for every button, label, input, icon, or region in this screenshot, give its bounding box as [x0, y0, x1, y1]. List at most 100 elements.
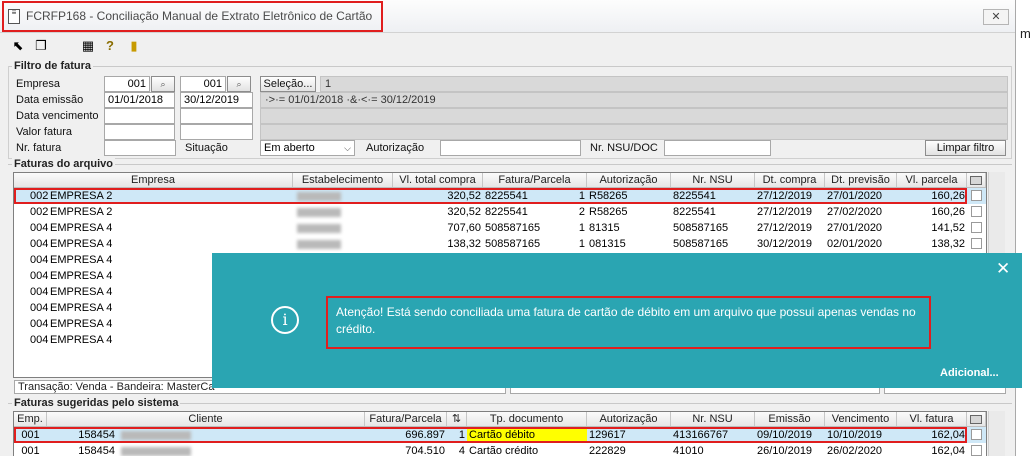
empresa-name: EMPRESA 4	[50, 334, 113, 346]
filter-group-title: Filtro de fatura	[12, 60, 94, 72]
cell-fatura: 508587165 1	[483, 220, 587, 236]
column-header-vencimento[interactable]: Vencimento	[825, 412, 897, 426]
close-icon[interactable]: ✕	[996, 259, 1010, 279]
select-all-checkbox[interactable]	[970, 415, 982, 424]
empresa-code: 004	[30, 270, 49, 282]
row-checkbox[interactable]	[971, 238, 982, 249]
column-header-nsu[interactable]: Nr. NSU	[671, 173, 755, 187]
row-checkbox[interactable]	[971, 445, 982, 456]
data-emissao-to-input[interactable]: 30/12/2019	[180, 92, 253, 108]
column-header-fatura[interactable]: Fatura/Parcela	[483, 173, 587, 187]
cell-autorizacao: 081315	[589, 238, 626, 250]
cell-nsu: 8225541	[673, 206, 716, 218]
adicional-link[interactable]: Adicional...	[940, 367, 999, 379]
column-header-fatura[interactable]: Fatura/Parcela	[365, 412, 447, 426]
cell-dt-previsao: 27/02/2020	[827, 206, 883, 218]
cell-check	[967, 443, 986, 456]
row-checkbox[interactable]	[971, 190, 982, 201]
valor-fatura-to-input[interactable]	[180, 124, 253, 140]
empresa-from-picker-button[interactable]: ⌕	[151, 76, 175, 92]
window-title: FCRFP168 - Conciliação Manual de Extrato…	[26, 9, 373, 23]
column-header-emissao[interactable]: Emissão	[755, 412, 825, 426]
data-vencimento-from-input[interactable]	[104, 108, 175, 124]
table-row[interactable]: 004 EMPRESA 4 707,60 508587165 1 81315 5085871…	[14, 220, 986, 236]
row-checkbox[interactable]	[971, 206, 982, 217]
column-header-emp[interactable]: Emp.	[14, 412, 47, 426]
cliente-code: 158454	[78, 445, 115, 456]
table-row[interactable]: 002 EMPRESA 2 320,52 8225541 1 R58265 8225541 2…	[14, 188, 986, 204]
cell-emp: 001	[21, 429, 40, 441]
cell-empresa: 002 EMPRESA 2	[14, 188, 293, 204]
data-emissao-expression-field: ·>·= 01/01/2018 ·&·<·= 30/12/2019	[260, 92, 1008, 108]
exit-door-icon[interactable]: ▮	[126, 38, 142, 54]
column-header-vl-fatura[interactable]: Vl. fatura	[897, 412, 967, 426]
column-header-autorizacao[interactable]: Autorização	[587, 173, 671, 187]
column-header-tp-documento[interactable]: Tp. documento	[467, 412, 587, 426]
column-header-dt-compra[interactable]: Dt. compra	[755, 173, 825, 187]
column-header-dt-previsao[interactable]: Dt. previsão	[825, 173, 897, 187]
column-header-vl-total[interactable]: Vl. total compra	[393, 173, 483, 187]
cell-tp-documento: Cartão débito	[467, 427, 587, 443]
redacted-estabelecimento	[297, 224, 341, 233]
fatura-number: 8225541	[485, 206, 528, 218]
empresa-to-picker-button[interactable]: ⌕	[227, 76, 251, 92]
windows-icon[interactable]: ❐	[33, 38, 49, 54]
fatura-number: 508587165	[485, 222, 541, 234]
calculator-icon[interactable]: ▦	[80, 38, 96, 54]
toast-message-highlight: Atenção! Está sendo conciliada uma fatur…	[326, 296, 931, 349]
column-header-nsu[interactable]: Nr. NSU	[671, 412, 755, 426]
cell-vencimento: 26/02/2020	[827, 445, 883, 456]
cell-vl-parcela: 160,26	[931, 206, 965, 218]
row-checkbox[interactable]	[971, 222, 982, 233]
cell-nsu: 41010	[673, 445, 704, 456]
empresa-code: 004	[30, 286, 49, 298]
empresa-to-input[interactable]: 001	[180, 76, 226, 92]
cell-parcela: 4	[458, 445, 465, 456]
selecao-button[interactable]: Seleção...	[260, 76, 316, 92]
table-row[interactable]: 001 158454 704.510 4 Cartão crédito 222829 410…	[14, 443, 986, 456]
window-close-button[interactable]: ✕	[983, 9, 1009, 25]
data-emissao-from-input[interactable]: 01/01/2018	[104, 92, 175, 108]
cell-check	[967, 204, 986, 220]
data-vencimento-to-input[interactable]	[180, 108, 253, 124]
cell-check	[967, 427, 986, 443]
cell-nsu: 8225541	[673, 190, 716, 202]
nr-fatura-input[interactable]	[104, 140, 176, 156]
column-header-cliente[interactable]: Cliente	[47, 412, 365, 426]
limpar-filtro-button[interactable]: Limpar filtro	[925, 140, 1006, 156]
column-header-vl-parcela[interactable]: Vl. parcela	[897, 173, 967, 187]
back-arrow-icon[interactable]: ⬉	[10, 38, 26, 54]
column-header-empresa[interactable]: Empresa	[14, 173, 293, 187]
cell-cliente: 158454	[47, 427, 365, 443]
table-row[interactable]: 001 158454 696.897 1 Cartão débito 129617 4131…	[14, 427, 986, 443]
empresa-code: 004	[30, 238, 49, 250]
column-header-check[interactable]	[967, 173, 986, 187]
help-icon[interactable]: ?	[102, 38, 118, 54]
sort-icon[interactable]: ⇅	[452, 413, 461, 425]
table-row[interactable]: 004 EMPRESA 4 138,32 508587165 1 081315 508587…	[14, 236, 986, 252]
nsu-doc-label: Nr. NSU/DOC	[590, 142, 658, 154]
cell-empresa: 004 EMPRESA 4	[14, 236, 293, 252]
cell-vl-parcela: 141,52	[931, 222, 965, 234]
table-row[interactable]: 002 EMPRESA 2 320,52 8225541 2 R58265 8225541 2…	[14, 204, 986, 220]
autorizacao-label: Autorização	[366, 142, 425, 154]
empresa-from-input[interactable]: 001	[104, 76, 150, 92]
cell-autorizacao: R58265	[589, 206, 628, 218]
cell-emp: 001	[21, 445, 40, 456]
empresa-code: 004	[30, 254, 49, 266]
column-header-estabelecimento[interactable]: Estabelecimento	[293, 173, 393, 187]
valor-fatura-expression-field	[260, 124, 1008, 140]
row-checkbox[interactable]	[971, 429, 982, 440]
column-header-check[interactable]	[967, 412, 986, 426]
column-header-autorizacao[interactable]: Autorização	[587, 412, 671, 426]
valor-fatura-from-input[interactable]	[104, 124, 175, 140]
data-emissao-label: Data emissão	[16, 94, 84, 106]
faturas-sugeridas-scrollbar[interactable]	[988, 411, 1005, 456]
column-header-parcela[interactable]: ⇅	[447, 412, 467, 426]
select-all-checkbox[interactable]	[970, 176, 982, 185]
nsu-doc-input[interactable]	[664, 140, 771, 156]
cell-vl-fatura: 162,04	[931, 445, 965, 456]
parcela-number: 1	[578, 222, 585, 234]
situacao-select[interactable]: Em aberto ⌵	[260, 140, 355, 156]
autorizacao-input[interactable]	[440, 140, 581, 156]
